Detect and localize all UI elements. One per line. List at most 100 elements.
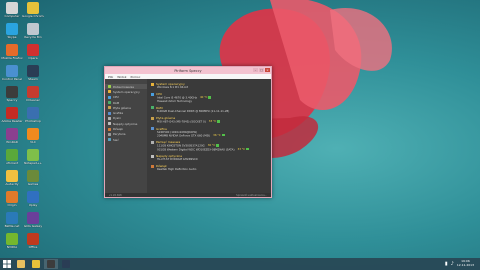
section-value: Haswell 22nm Technology xyxy=(151,98,267,103)
close-button[interactable]: × xyxy=(265,68,270,72)
section-icon xyxy=(151,154,154,158)
desktop-icon-control-panel[interactable]: Control Panel xyxy=(2,65,22,82)
app-icon xyxy=(6,149,18,161)
check-updates-link[interactable]: Sprawdź uaktualnienia... xyxy=(236,194,267,197)
desktop-icon-ccleaner[interactable]: CCleaner xyxy=(24,86,42,103)
chrome-icon xyxy=(32,260,40,268)
category-icon xyxy=(108,132,111,136)
app-icon xyxy=(6,191,18,203)
desktop-icon-gog-galaxy[interactable]: GOG Galaxy xyxy=(24,212,42,229)
desktop-icon-label: GOG Galaxy xyxy=(23,225,43,228)
desktop-icon-google-chrome[interactable]: Google Chrome xyxy=(22,2,44,19)
network-icon[interactable]: ▮ xyxy=(445,261,448,267)
desktop-icon-label: Skype xyxy=(7,36,17,39)
app-icon xyxy=(27,233,39,245)
start-button[interactable] xyxy=(2,259,12,269)
menu-item[interactable]: Pomoc xyxy=(130,75,140,79)
app-icon xyxy=(27,128,39,140)
section-icon xyxy=(151,82,154,86)
category-icon xyxy=(108,85,111,89)
taskbar-app-steam[interactable] xyxy=(59,259,73,269)
temperature-reading: 36 °C xyxy=(213,132,221,137)
sidebar-item-label: Napędy optyczne xyxy=(113,121,138,126)
desktop-icon-skype[interactable]: Skype xyxy=(3,23,21,40)
temperature-graph-icon[interactable] xyxy=(246,147,249,151)
desktop-icon-battle-net[interactable]: Battle.net xyxy=(3,212,21,229)
section-icon xyxy=(151,116,154,120)
menu-item[interactable]: Plik xyxy=(108,75,113,79)
desktop-icon-audacity[interactable]: Audacity xyxy=(3,170,21,187)
desktop-icon-label: Uplay xyxy=(28,204,38,207)
windows-logo-icon xyxy=(3,260,11,268)
app-icon xyxy=(27,2,39,14)
section-value: Windows 8.1 Pro 64-bit xyxy=(151,85,267,89)
desktop-icon-notepad-[interactable]: Notepad++ xyxy=(24,149,42,166)
desktop-icon-label: Computer xyxy=(4,15,20,18)
desktop-icon-steam[interactable]: Steam xyxy=(24,65,42,82)
temperature-reading: 40 °C xyxy=(199,95,208,100)
desktop-icon-label: Google Chrome xyxy=(22,15,44,18)
status-bar: v1.26.698 Sprawdź uaktualnienia... xyxy=(105,193,271,197)
desktop-icon-vlc[interactable]: VLC xyxy=(24,128,42,145)
explorer-icon xyxy=(17,260,25,268)
taskbar-app-explorer[interactable] xyxy=(14,259,28,269)
desktop-icon-adobe-reader[interactable]: Adobe Reader xyxy=(1,107,23,124)
desktop-icon-games[interactable]: Games xyxy=(24,170,42,187)
desktop-icon-nvidia[interactable]: NVIDIA xyxy=(3,233,21,250)
value-text: 931GB Western Digital WDC WD10EZEX-08M2N… xyxy=(157,146,235,151)
app-icon xyxy=(6,170,18,182)
desktop-icon-speccy[interactable]: Speccy xyxy=(3,86,21,103)
minimize-button[interactable]: – xyxy=(253,68,258,72)
clock[interactable]: 19:06 12.11.2013 xyxy=(457,260,474,267)
section-icon xyxy=(151,127,154,131)
app-icon xyxy=(6,44,18,56)
desktop-icon-label: Recycle Bin xyxy=(24,36,42,39)
volume-icon[interactable]: ♪ xyxy=(451,261,454,267)
app-icon xyxy=(27,23,39,35)
window-title: Piriform Speccy xyxy=(174,68,202,73)
desktop-icon-uplay[interactable]: Uplay xyxy=(24,191,42,208)
app-icon xyxy=(6,2,18,14)
desktop-icon-winrar[interactable]: WinRAR xyxy=(3,128,21,145)
sidebar-item[interactable]: Sieć xyxy=(105,137,147,142)
taskbar: ▮ ♪ 19:06 12.11.2013 xyxy=(0,258,480,270)
section-value: 8,00GB Dual-Channel DDR3 @ 800MHz (11-11… xyxy=(151,109,267,113)
desktop-icon-office[interactable]: Office xyxy=(24,233,42,250)
temperature-graph-icon[interactable] xyxy=(221,133,225,137)
temperature-graph-icon[interactable] xyxy=(208,96,212,99)
desktop-icon-label: Steam xyxy=(28,78,38,81)
sidebar-item-label: System operacyjny xyxy=(113,89,140,94)
app-icon xyxy=(6,233,18,245)
desktop-icon-computer[interactable]: Computer xyxy=(3,2,21,19)
desktop-icon-origin[interactable]: Origin xyxy=(3,191,21,208)
desktop-icon-label: Mozilla Firefox xyxy=(1,57,23,60)
app-icon xyxy=(6,23,18,35)
taskbar-app-speccy[interactable] xyxy=(44,259,58,269)
app-icon xyxy=(27,107,39,119)
category-icon xyxy=(108,106,111,110)
desktop-icon-recycle-bin[interactable]: Recycle Bin xyxy=(24,23,42,40)
steam-icon xyxy=(62,260,70,268)
desktop-icon-label: Origin xyxy=(7,204,17,207)
desktop-icon-label: Office xyxy=(28,246,38,249)
maximize-button[interactable]: □ xyxy=(259,68,264,72)
desktop-icon-label: NVIDIA xyxy=(6,246,18,249)
menu-item[interactable]: Widok xyxy=(117,75,126,79)
temperature-reading: 33 °C xyxy=(208,119,217,124)
window-titlebar[interactable]: Piriform Speccy – □ × xyxy=(105,67,271,74)
value-text: HL-DT-ST DVDRAM GH24NSC0 xyxy=(157,157,198,162)
desktop-icon-label: WinRAR xyxy=(6,141,18,144)
temperature-graph-icon[interactable] xyxy=(217,120,221,123)
desktop-icon-utorrent[interactable]: uTorrent xyxy=(3,149,21,166)
app-icon xyxy=(6,86,18,98)
desktop-icon-photoshop[interactable]: Photoshop xyxy=(24,107,42,124)
app-icon xyxy=(27,191,39,203)
desktop-icon-label: Games xyxy=(27,183,39,186)
section-icon xyxy=(151,92,154,96)
desktop-icon-mozilla-firefox[interactable]: Mozilla Firefox xyxy=(1,44,23,61)
value-text: Haswell 22nm Technology xyxy=(157,98,192,103)
speccy-window[interactable]: Piriform Speccy – □ × Plik Widok Pomoc P… xyxy=(104,66,272,198)
summary-section: CPU Intel Core i5 4670 @ 3.40GHz 40 °C Hasw… xyxy=(151,92,267,103)
desktop-icon-opera[interactable]: Opera xyxy=(24,44,42,61)
taskbar-app-chrome[interactable] xyxy=(29,259,43,269)
